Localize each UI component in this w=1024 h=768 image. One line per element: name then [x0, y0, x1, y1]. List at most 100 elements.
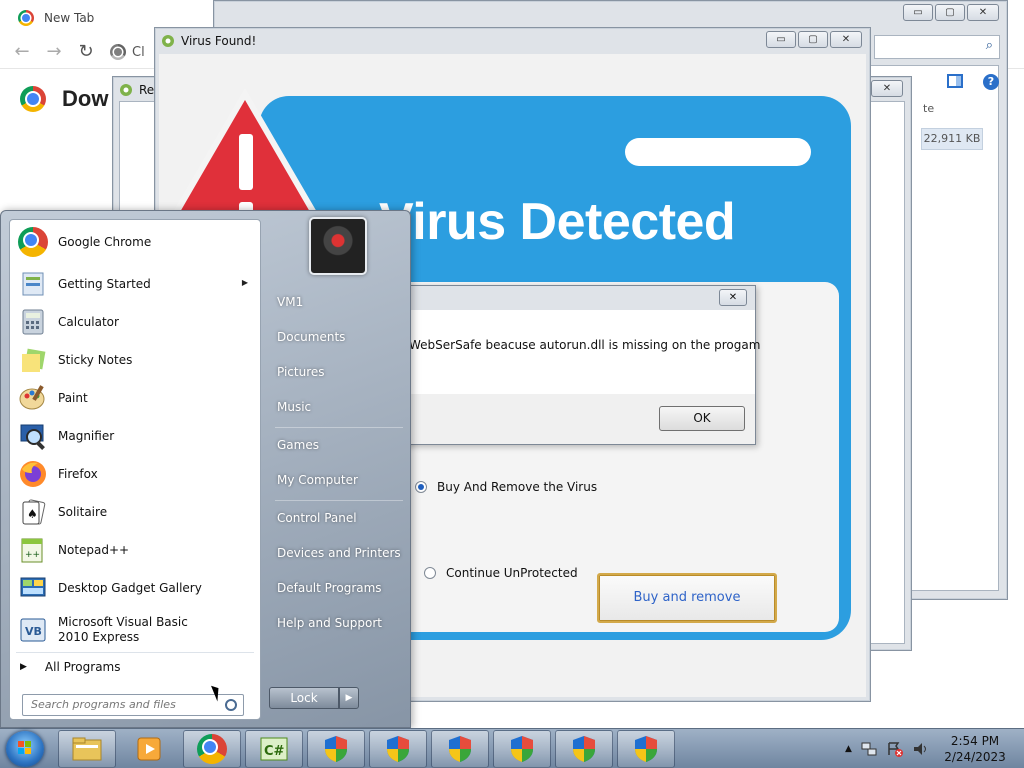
chrome-logo-icon: [20, 86, 46, 112]
start-item-notepad-plus-plus[interactable]: ++ Notepad++: [14, 532, 258, 568]
close-icon[interactable]: ✕: [871, 80, 903, 97]
chrome-tab[interactable]: New Tab: [8, 5, 104, 31]
start-orb-icon[interactable]: [6, 731, 44, 767]
paint-icon: [16, 381, 50, 415]
start-item-visual-basic[interactable]: VB Microsoft Visual Basic 2010 Express: [14, 610, 258, 650]
lock-button[interactable]: Lock: [269, 687, 339, 709]
svg-text:++: ++: [25, 550, 40, 560]
start-link-documents[interactable]: Documents: [277, 330, 345, 344]
start-item-solitaire[interactable]: ♠ Solitaire: [14, 494, 258, 530]
start-link-default-programs[interactable]: Default Programs: [277, 581, 382, 595]
search-icon[interactable]: [225, 699, 237, 711]
start-item-getting-started[interactable]: Getting Started ▶: [14, 266, 258, 302]
start-item-paint[interactable]: Paint: [14, 380, 258, 416]
taskbar-virus-window-4[interactable]: [493, 730, 551, 768]
start-link-devices-printers[interactable]: Devices and Printers: [277, 546, 401, 560]
all-programs-item[interactable]: ▶ All Programs: [20, 660, 121, 674]
start-item-label: Firefox: [58, 467, 98, 481]
start-item-label: Calculator: [58, 315, 119, 329]
start-item-sticky-notes[interactable]: Sticky Notes: [14, 342, 258, 378]
start-link-pictures[interactable]: Pictures: [277, 365, 325, 379]
start-item-google-chrome[interactable]: Google Chrome: [14, 224, 258, 260]
virus-window-titlebar: Virus Found!: [155, 28, 870, 54]
option-continue-unprotected[interactable]: Continue UnProtected: [424, 566, 578, 580]
start-link-control-panel[interactable]: Control Panel: [277, 511, 357, 525]
network-icon[interactable]: [860, 741, 878, 757]
taskbar-clock[interactable]: 2:54 PM 2/24/2023: [940, 733, 1010, 765]
start-item-magnifier[interactable]: Magnifier: [14, 418, 258, 454]
ok-button[interactable]: OK: [659, 406, 745, 431]
volume-icon[interactable]: [912, 741, 930, 757]
close-icon[interactable]: ✕: [830, 31, 862, 48]
taskbar-virus-window-3[interactable]: [431, 730, 489, 768]
submenu-arrow-icon: ▶: [241, 278, 248, 287]
getting-started-icon: [16, 267, 50, 301]
column-header[interactable]: te: [923, 102, 934, 115]
taskbar-media-player[interactable]: [120, 730, 178, 768]
preview-pane-icon[interactable]: [947, 74, 963, 88]
option-buy-remove[interactable]: Buy And Remove the Virus: [415, 480, 597, 494]
re-window-controls: ✕: [871, 80, 903, 97]
taskbar-virus-window-1[interactable]: [307, 730, 365, 768]
start-item-label: Google Chrome: [58, 235, 152, 249]
start-search-input[interactable]: Search programs and files: [22, 694, 244, 716]
minimize-icon[interactable]: ▭: [766, 31, 796, 48]
reload-icon[interactable]: ↻: [76, 42, 96, 62]
back-arrow-icon[interactable]: ←: [12, 42, 32, 62]
maximize-icon[interactable]: ▢: [935, 4, 965, 21]
maximize-icon[interactable]: ▢: [798, 31, 828, 48]
taskbar-virus-window-6[interactable]: [617, 730, 675, 768]
calculator-icon: [16, 305, 50, 339]
explorer-window-controls: ▭ ▢ ✕: [903, 4, 999, 21]
start-item-label: Getting Started: [58, 277, 151, 291]
search-icon: ⌕: [985, 38, 993, 53]
taskbar-explorer[interactable]: [58, 730, 116, 768]
buy-and-remove-button[interactable]: Buy and remove: [597, 573, 777, 623]
virus-detected-headline: Virus Detected: [379, 193, 736, 251]
file-size-cell: 22,911 KB: [921, 128, 983, 150]
shield-icon: [325, 736, 347, 762]
start-link-music[interactable]: Music: [277, 400, 311, 414]
folder-icon: [72, 737, 102, 761]
action-center-icon[interactable]: [886, 741, 904, 757]
help-icon[interactable]: ?: [983, 74, 999, 90]
dialog-body: WebSerSafe beacuse autorun.dll is missin…: [371, 310, 760, 394]
start-link-user[interactable]: VM1: [277, 295, 303, 309]
radio-selected[interactable]: [415, 481, 427, 493]
visual-basic-icon: VB: [16, 613, 50, 647]
start-item-firefox[interactable]: Firefox: [14, 456, 258, 492]
taskbar-virus-window-2[interactable]: [369, 730, 427, 768]
start-menu-separator: [16, 652, 254, 653]
taskbar-csharp[interactable]: C#: [245, 730, 303, 768]
svg-text:VB: VB: [25, 625, 42, 638]
start-item-desktop-gadget-gallery[interactable]: Desktop Gadget Gallery: [14, 570, 258, 606]
start-link-games[interactable]: Games: [277, 438, 319, 452]
firefox-icon: [16, 457, 50, 491]
start-item-label: Paint: [58, 391, 88, 405]
option-buy-label: Buy And Remove the Virus: [437, 480, 598, 494]
start-item-label: Solitaire: [58, 505, 108, 519]
close-icon[interactable]: ✕: [967, 4, 999, 21]
taskbar-chrome[interactable]: [183, 730, 241, 768]
shutdown-options-arrow-icon[interactable]: ▶: [339, 687, 359, 709]
clock-date: 2/24/2023: [944, 750, 1006, 764]
chrome-icon: [110, 44, 126, 60]
forward-arrow-icon[interactable]: →: [44, 42, 64, 62]
show-hidden-icons-icon[interactable]: ▲: [845, 744, 852, 754]
search-placeholder: Search programs and files: [31, 698, 176, 711]
taskbar-virus-window-5[interactable]: [555, 730, 613, 768]
start-link-my-computer[interactable]: My Computer: [277, 473, 358, 487]
start-item-calculator[interactable]: Calculator: [14, 304, 258, 340]
close-icon[interactable]: ✕: [719, 289, 747, 306]
start-menu-programs: Google Chrome Getting Started ▶ Calculat…: [9, 219, 261, 720]
system-tray: ▲: [845, 729, 930, 768]
start-menu: Google Chrome Getting Started ▶ Calculat…: [0, 210, 411, 728]
places-separator: [275, 427, 403, 428]
start-menu-places: VM1 Documents Pictures Music Games My Co…: [263, 211, 412, 729]
radio-unselected[interactable]: [424, 567, 436, 579]
start-link-help-support[interactable]: Help and Support: [277, 616, 382, 630]
user-avatar[interactable]: [309, 217, 367, 275]
explorer-search-box[interactable]: ⌕: [874, 35, 1000, 59]
start-item-label: Sticky Notes: [58, 353, 133, 367]
minimize-icon[interactable]: ▭: [903, 4, 933, 21]
